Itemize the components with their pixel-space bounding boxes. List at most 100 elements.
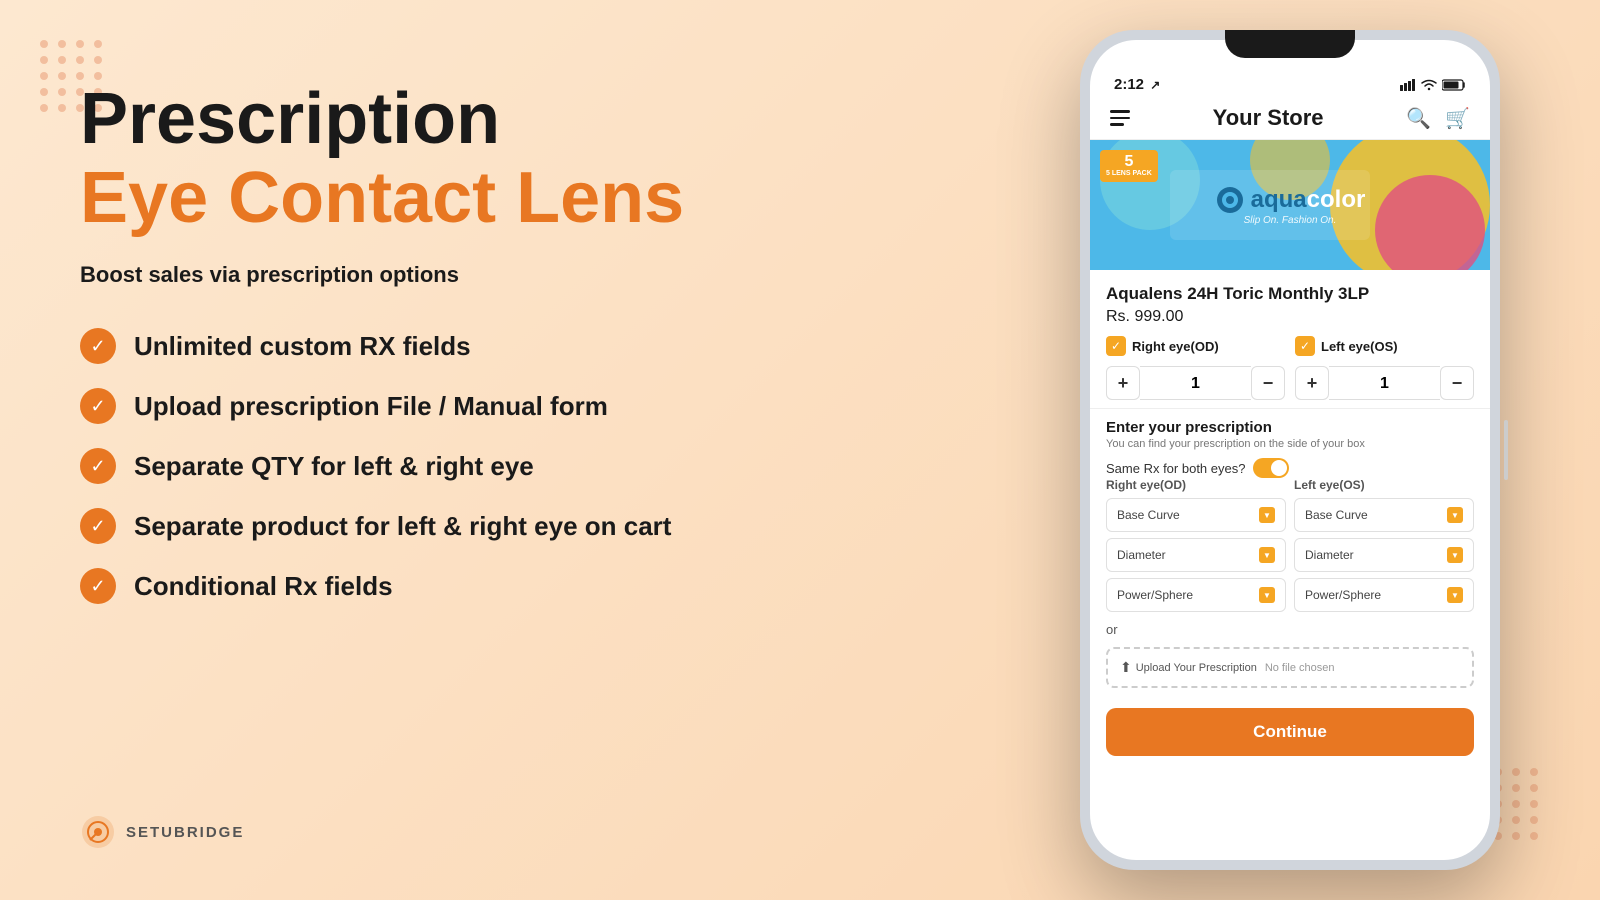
feature-text: Separate product for left & right eye on… (134, 511, 671, 542)
check-icon: ✓ (80, 448, 116, 484)
status-icons (1400, 79, 1466, 91)
prescription-section: Enter your prescription You can find you… (1090, 408, 1490, 698)
left-eye-label: Left eye(OS) (1321, 339, 1398, 354)
lens-pack-badge: 5 5 LENS PACK (1100, 150, 1158, 182)
phone-screen: 2:12 ↗ (1090, 40, 1490, 860)
same-rx-row: Same Rx for both eyes? (1106, 458, 1474, 478)
right-power-arrow: ▼ (1259, 587, 1275, 603)
left-eye-rx-col: Left eye(OS) Base Curve ▼ Diameter ▼ (1294, 478, 1474, 618)
feature-item: ✓ Separate product for left & right eye … (80, 508, 760, 544)
upload-button[interactable]: ⬆ Upload Your Prescription (1120, 659, 1257, 676)
right-base-curve-text: Base Curve (1117, 508, 1180, 522)
app-title: Your Store (1213, 105, 1324, 131)
left-eye-option[interactable]: ✓ Left eye(OS) (1295, 336, 1474, 356)
feature-list: ✓ Unlimited custom RX fields ✓ Upload pr… (80, 328, 760, 604)
aqua-brand-icon (1215, 185, 1245, 215)
product-brand-logo: aquacolor (1251, 186, 1366, 214)
right-eye-rx-col: Right eye(OD) Base Curve ▼ Diameter ▼ (1106, 478, 1286, 618)
hamburger-menu[interactable] (1110, 110, 1130, 126)
right-eye-checkbox[interactable]: ✓ (1106, 336, 1126, 356)
subtitle: Boost sales via prescription options (80, 262, 760, 288)
feature-item: ✓ Upload prescription File / Manual form (80, 388, 760, 424)
right-eye-option[interactable]: ✓ Right eye(OD) (1106, 336, 1285, 356)
right-diameter-dropdown[interactable]: Diameter ▼ (1106, 538, 1286, 572)
left-base-curve-text: Base Curve (1305, 508, 1368, 522)
left-qty-plus[interactable]: + (1295, 366, 1329, 400)
feature-item: ✓ Separate QTY for left & right eye (80, 448, 760, 484)
right-diameter-arrow: ▼ (1259, 547, 1275, 563)
left-base-curve-arrow: ▼ (1447, 507, 1463, 523)
phone-outer: 2:12 ↗ (1080, 30, 1500, 870)
left-diameter-dropdown[interactable]: Diameter ▼ (1294, 538, 1474, 572)
left-diameter-text: Diameter (1305, 548, 1354, 562)
right-qty-control: + 1 − (1106, 366, 1285, 400)
product-info: Aqualens 24H Toric Monthly 3LP Rs. 999.0… (1090, 270, 1490, 326)
wifi-icon (1420, 79, 1438, 91)
product-name: Aqualens 24H Toric Monthly 3LP (1106, 284, 1474, 304)
left-power-dropdown[interactable]: Power/Sphere ▼ (1294, 578, 1474, 612)
phone-container: 2:12 ↗ (1080, 30, 1500, 870)
prescription-title: Enter your prescription (1106, 419, 1474, 436)
no-file-text: No file chosen (1265, 662, 1335, 674)
continue-button[interactable]: Continue (1106, 708, 1474, 756)
feature-item: ✓ Unlimited custom RX fields (80, 328, 760, 364)
right-diameter-text: Diameter (1117, 548, 1166, 562)
right-col-header: Right eye(OD) (1106, 478, 1286, 492)
feature-text: Unlimited custom RX fields (134, 331, 471, 362)
status-time: 2:12 ↗ (1114, 76, 1160, 93)
feature-item: ✓ Conditional Rx fields (80, 568, 760, 604)
left-qty-minus[interactable]: − (1440, 366, 1474, 400)
product-tagline: Slip On. Fashion On. (1244, 215, 1337, 226)
right-qty-value: 1 (1140, 366, 1251, 400)
headline-line1: Prescription (80, 80, 760, 159)
qty-row: + 1 − + 1 − (1090, 366, 1490, 408)
headline-line2: Eye Contact Lens (80, 159, 760, 238)
left-qty-control: + 1 − (1295, 366, 1474, 400)
or-divider: or (1106, 618, 1474, 641)
right-power-dropdown[interactable]: Power/Sphere ▼ (1106, 578, 1286, 612)
check-icon: ✓ (80, 568, 116, 604)
left-power-text: Power/Sphere (1305, 588, 1381, 602)
product-price: Rs. 999.00 (1106, 308, 1474, 326)
feature-text: Separate QTY for left & right eye (134, 451, 534, 482)
same-rx-toggle[interactable] (1253, 458, 1289, 478)
check-icon: ✓ (80, 508, 116, 544)
left-base-curve-dropdown[interactable]: Base Curve ▼ (1294, 498, 1474, 532)
right-base-curve-dropdown[interactable]: Base Curve ▼ (1106, 498, 1286, 532)
left-eye-checkbox[interactable]: ✓ (1295, 336, 1315, 356)
rx-columns: Right eye(OD) Base Curve ▼ Diameter ▼ (1106, 478, 1474, 618)
battery-icon (1442, 79, 1466, 91)
left-col-header: Left eye(OS) (1294, 478, 1474, 492)
app-header: Your Store 🔍 🛒 (1090, 97, 1490, 140)
upload-section[interactable]: ⬆ Upload Your Prescription No file chose… (1106, 647, 1474, 688)
right-qty-minus[interactable]: − (1251, 366, 1285, 400)
left-qty-value: 1 (1329, 366, 1440, 400)
signal-icon (1400, 79, 1416, 91)
brand-name: SETUBRIDGE (126, 824, 244, 841)
phone-notch (1225, 30, 1355, 58)
header-actions: 🔍 🛒 (1406, 106, 1470, 131)
eye-selection: ✓ Right eye(OD) ✓ Left eye(OS) (1090, 326, 1490, 366)
feature-text: Upload prescription File / Manual form (134, 391, 608, 422)
upload-icon: ⬆ (1120, 659, 1132, 676)
upload-text: Upload Your Prescription (1136, 662, 1257, 674)
check-icon: ✓ (80, 328, 116, 364)
cart-icon[interactable]: 🛒 (1445, 106, 1470, 131)
same-rx-label: Same Rx for both eyes? (1106, 461, 1245, 476)
search-icon[interactable]: 🔍 (1406, 106, 1431, 131)
left-diameter-arrow: ▼ (1447, 547, 1463, 563)
toggle-knob (1271, 460, 1287, 476)
right-power-text: Power/Sphere (1117, 588, 1193, 602)
prescription-subtitle: You can find your prescription on the si… (1106, 438, 1474, 450)
left-content: Prescription Eye Contact Lens Boost sale… (80, 80, 760, 604)
feature-text: Conditional Rx fields (134, 571, 393, 602)
brand-logo: SETUBRIDGE (80, 814, 244, 850)
left-power-arrow: ▼ (1447, 587, 1463, 603)
scroll-indicator (1504, 420, 1508, 480)
product-image: 5 5 LENS PACK aquacolor Slip On. F (1090, 140, 1490, 270)
brand-icon (80, 814, 116, 850)
right-eye-label: Right eye(OD) (1132, 339, 1219, 354)
right-base-curve-arrow: ▼ (1259, 507, 1275, 523)
check-icon: ✓ (80, 388, 116, 424)
right-qty-plus[interactable]: + (1106, 366, 1140, 400)
